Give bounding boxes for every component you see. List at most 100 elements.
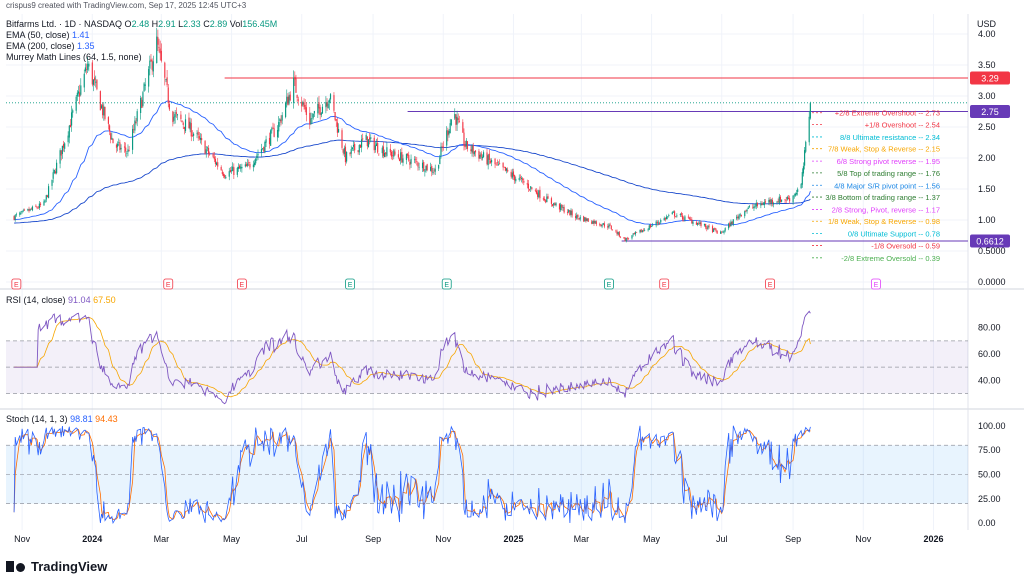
candle-body [464,145,466,148]
candle [482,150,485,159]
candle-body [151,60,153,70]
candle-body [104,106,106,120]
candle [626,236,628,241]
candle [543,196,546,202]
candle [286,89,288,108]
candle-body [325,102,327,108]
candle-body [394,151,396,155]
candle [502,162,504,171]
candle [632,233,634,237]
candle-body [311,118,313,119]
candle-body [136,111,138,122]
candle [563,204,565,214]
candle [278,116,280,138]
candle-body [127,149,129,153]
candle-body [723,230,725,233]
candle [271,126,273,134]
earnings-marker: E [163,278,174,290]
candle-body [608,224,610,228]
candle-body [313,111,315,114]
earnings-marker-label: E [444,282,449,289]
candle [675,216,677,218]
candle-body [21,210,23,213]
candle [279,118,281,127]
candle [189,117,191,133]
candle-body [357,150,359,152]
candle-body [487,155,489,166]
candle [182,121,184,130]
earnings-marker-label: E [768,282,773,289]
candle [760,201,762,209]
candle-body [522,178,524,181]
candle [777,198,779,203]
candle-body [289,94,291,101]
candle-body [764,201,767,203]
candle-body [599,224,601,226]
candle-body [328,99,330,103]
candle-body [172,111,174,123]
candle-body [647,229,649,231]
candle-body [390,151,393,157]
candle-body [491,160,493,163]
candle-body [481,156,483,159]
candle [648,224,650,231]
candle-body [71,112,73,126]
candle [487,153,489,170]
candle [75,95,77,114]
candle-body [450,119,452,125]
candle-body [655,221,657,226]
candle-body [142,92,144,106]
candle [310,112,312,126]
candle [405,153,408,165]
candle [455,113,457,131]
murrey-label: 1/8 Weak, Stop & Reverse -- 0.98 [828,217,940,226]
candle-body [808,116,810,143]
candle-body [335,119,337,121]
candle [527,179,530,193]
candle-body [77,91,80,94]
candle-body [180,114,182,120]
candle-body [342,149,344,153]
candle [385,151,387,158]
candle-body [441,146,443,148]
candle [752,204,754,210]
candle [281,112,283,125]
candle [37,206,39,209]
candle [538,189,540,199]
candle-body [166,77,168,86]
axis-price-tag-text: 2.75 [981,107,999,117]
ohlc-c: C2.89 [203,19,228,29]
candle [111,132,113,140]
candle [554,201,556,206]
candle [736,214,738,221]
candle [134,116,136,134]
candle [789,195,791,204]
candle [313,110,315,118]
candle [706,225,708,232]
candle [148,66,150,93]
candle [151,58,153,75]
time-tick-label: Jul [716,534,728,544]
candle [423,160,425,172]
candle-body [415,159,417,161]
candle-body [225,176,227,179]
candle [94,70,96,86]
candle-body [321,106,324,114]
candle [365,132,367,141]
candle [728,222,730,231]
candle-body [772,203,775,205]
candle-body [555,203,557,206]
candle [466,141,469,152]
candle [386,142,388,158]
candle-body [45,195,47,200]
candle [264,140,266,154]
candle [703,223,706,227]
tradingview-brand[interactable]: TradingView [6,559,107,574]
candle-body [627,238,630,240]
candle-body [505,168,508,171]
candle-body [713,228,715,232]
candle-body [571,210,573,216]
candle-body [85,69,88,70]
ohlc-o: O2.48 [124,19,150,29]
candle [198,132,200,141]
